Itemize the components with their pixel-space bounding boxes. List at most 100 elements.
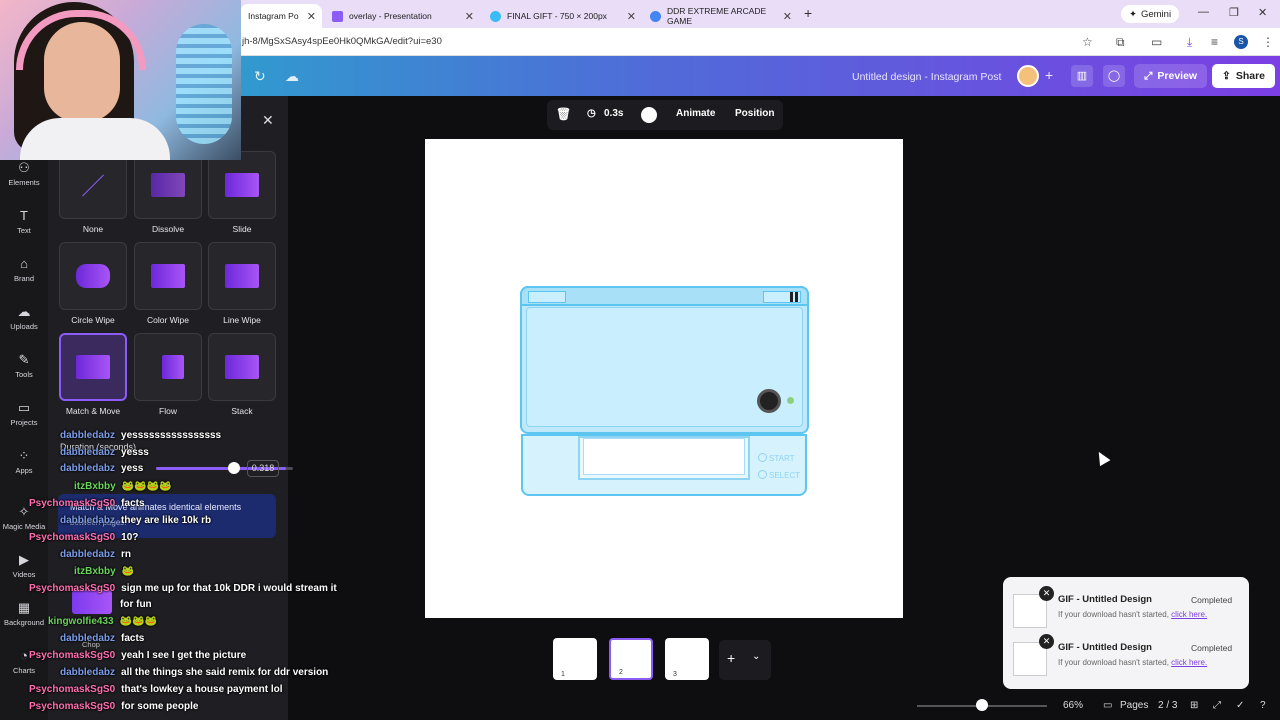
download-toast[interactable]: ✕ GIF - Untitled Design Completed If you…	[1011, 586, 1237, 634]
trash-icon[interactable]: 🗑	[556, 107, 571, 121]
rail-item-background[interactable]: ▦ Background	[0, 600, 48, 627]
cloud-save-icon[interactable]: ☁	[285, 68, 299, 85]
start-label: START	[769, 454, 795, 463]
effect-none[interactable]: None	[59, 151, 127, 234]
streamer-body	[20, 118, 170, 160]
download-icon[interactable]: ⤓	[1187, 35, 1192, 50]
close-icon[interactable]: ✕	[627, 10, 636, 23]
effect-flow[interactable]: Flow	[134, 333, 202, 416]
close-icon[interactable]: ✕	[783, 10, 792, 23]
select-label: SELECT	[769, 471, 801, 480]
effect-circle-wipe[interactable]: Circle Wipe	[59, 242, 127, 325]
effect-thumb	[59, 242, 127, 310]
rail-item-tools[interactable]: ✎ Tools	[0, 352, 48, 379]
page-number: 3	[673, 671, 677, 678]
preview-button[interactable]: ⤢ Preview	[1134, 64, 1208, 88]
brand-icon: ⌂	[20, 256, 28, 271]
maximize-button[interactable]: ❐	[1229, 6, 1239, 19]
info-sub: between pages.	[70, 518, 127, 527]
menu-kebab-icon[interactable]: ⋮	[1262, 35, 1274, 49]
extensions-icon[interactable]: ⧉	[1116, 35, 1125, 50]
zoom-slider-handle[interactable]	[976, 699, 988, 711]
pages-icon[interactable]: ▭	[1103, 700, 1112, 711]
rail-item-charts[interactable]: ◔ Charts	[0, 648, 48, 675]
cast-icon[interactable]: ▭	[1151, 35, 1162, 49]
dissolve-icon	[151, 173, 185, 197]
effect-stack[interactable]: Stack	[208, 333, 276, 416]
rail-item-elements[interactable]: ⚇ Elements	[0, 160, 48, 187]
tab-overlay-presentation[interactable]: overlay - Presentation ✕	[324, 4, 480, 28]
page-thumb[interactable]: 1	[553, 638, 597, 680]
bookmark-star-icon[interactable]: ☆	[1082, 35, 1093, 49]
slide-icon	[225, 173, 259, 197]
download-toast[interactable]: ✕ GIF - Untitled Design Completed If you…	[1011, 634, 1237, 682]
rail-item-videos[interactable]: ▶ Videos	[0, 552, 48, 579]
position-button[interactable]: Position	[735, 108, 774, 119]
fullscreen-icon[interactable]: ⤢	[1213, 700, 1221, 711]
tab-label: DDR EXTREME ARCADE GAME	[667, 6, 767, 26]
click-here-link[interactable]: click here.	[1171, 658, 1207, 667]
zoom-value[interactable]: 66%	[1063, 700, 1083, 711]
charts-icon: ◔	[20, 648, 28, 663]
effect-label: Match & Move	[65, 406, 121, 416]
user-avatar[interactable]	[1017, 65, 1039, 87]
effect-label: Stack	[231, 406, 253, 416]
effect-thumb	[59, 151, 127, 219]
add-page-button[interactable]: + ⌄	[719, 640, 771, 680]
toast-note-text: If your download hasn't started,	[1058, 658, 1169, 667]
close-icon[interactable]: ✕	[465, 10, 474, 23]
close-window-button[interactable]: ✕	[1258, 6, 1267, 19]
close-icon[interactable]: ✕	[307, 10, 316, 23]
effect-color-wipe[interactable]: Color Wipe	[134, 242, 202, 325]
toast-title: GIF - Untitled Design	[1058, 594, 1152, 605]
help-icon[interactable]: ?	[1260, 700, 1266, 711]
minimize-button[interactable]: —	[1198, 6, 1209, 18]
comment-icon[interactable]: ◯	[1103, 65, 1125, 87]
gemini-label: Gemini	[1140, 8, 1172, 20]
insights-icon[interactable]: ▥	[1071, 65, 1093, 87]
color-swatch[interactable]	[641, 107, 657, 123]
timer-icon[interactable]: ◷	[587, 108, 596, 119]
context-toolbar: 🗑 ◷ 0.3s Animate Position	[547, 100, 783, 130]
rail-item-uploads[interactable]: ☁ Uploads	[0, 304, 48, 331]
chevron-down-icon[interactable]: ⌄	[752, 651, 760, 662]
close-icon[interactable]: ✕	[1039, 634, 1054, 649]
rail-item-magic-media[interactable]: ✧ Magic Media	[0, 504, 48, 531]
click-here-link[interactable]: click here.	[1171, 610, 1207, 619]
effect-line-wipe[interactable]: Line Wipe	[208, 242, 276, 325]
page-thumb[interactable]: 3	[665, 638, 709, 680]
rail-item-brand[interactable]: ⌂ Brand	[0, 256, 48, 283]
duration-input[interactable]: 0.318	[247, 460, 279, 477]
url-text[interactable]: jh-8/MgSxSAsy4spEe0Hk0QMkGA/edit?ui=e30	[242, 36, 442, 47]
effect-match-move[interactable]: Match & Move	[59, 333, 127, 416]
effect-dissolve[interactable]: Dissolve	[134, 151, 202, 234]
close-panel-icon[interactable]: ✕	[262, 112, 274, 129]
duration-button[interactable]: 0.3s	[604, 108, 623, 119]
media-control-icon[interactable]: ≡	[1211, 35, 1218, 49]
effect-slide[interactable]: Slide	[208, 151, 276, 234]
rail-item-text[interactable]: T Text	[0, 208, 48, 235]
new-tab-button[interactable]: +	[804, 5, 812, 21]
grid-view-icon[interactable]: ⊞	[1190, 700, 1198, 711]
profile-avatar[interactable]: S	[1234, 35, 1248, 49]
design-title[interactable]: Untitled design - Instagram Post	[852, 71, 1001, 83]
page-thumb[interactable]: 2	[609, 638, 653, 680]
close-icon[interactable]: ✕	[1039, 586, 1054, 601]
tab-instagram-post[interactable]: Instagram Po ✕	[240, 4, 322, 28]
tab-final-gift[interactable]: FINAL GIFT - 750 × 200px ✕	[482, 4, 642, 28]
pause-icon-bar	[795, 292, 798, 302]
tab-ddr-extreme[interactable]: DDR EXTREME ARCADE GAME ✕	[642, 4, 798, 28]
rail-item-projects[interactable]: ▭ Projects	[0, 400, 48, 427]
check-icon[interactable]: ✓	[1236, 700, 1244, 711]
toast-status: Completed	[1191, 643, 1233, 653]
redo-icon[interactable]: ↻	[254, 68, 266, 85]
add-collaborator-icon[interactable]: +	[1045, 67, 1053, 83]
gemini-button[interactable]: ✦ Gemini	[1121, 5, 1180, 23]
share-button[interactable]: ⇪ Share	[1212, 64, 1275, 88]
duration-slider-handle[interactable]	[228, 462, 240, 474]
pages-button[interactable]: Pages	[1120, 700, 1148, 711]
chop-animation-thumb[interactable]	[72, 590, 112, 614]
expand-icon: ⤢	[1144, 69, 1153, 82]
animate-button[interactable]: Animate	[676, 108, 715, 119]
rail-item-apps[interactable]: ⁘ Apps	[0, 448, 48, 475]
